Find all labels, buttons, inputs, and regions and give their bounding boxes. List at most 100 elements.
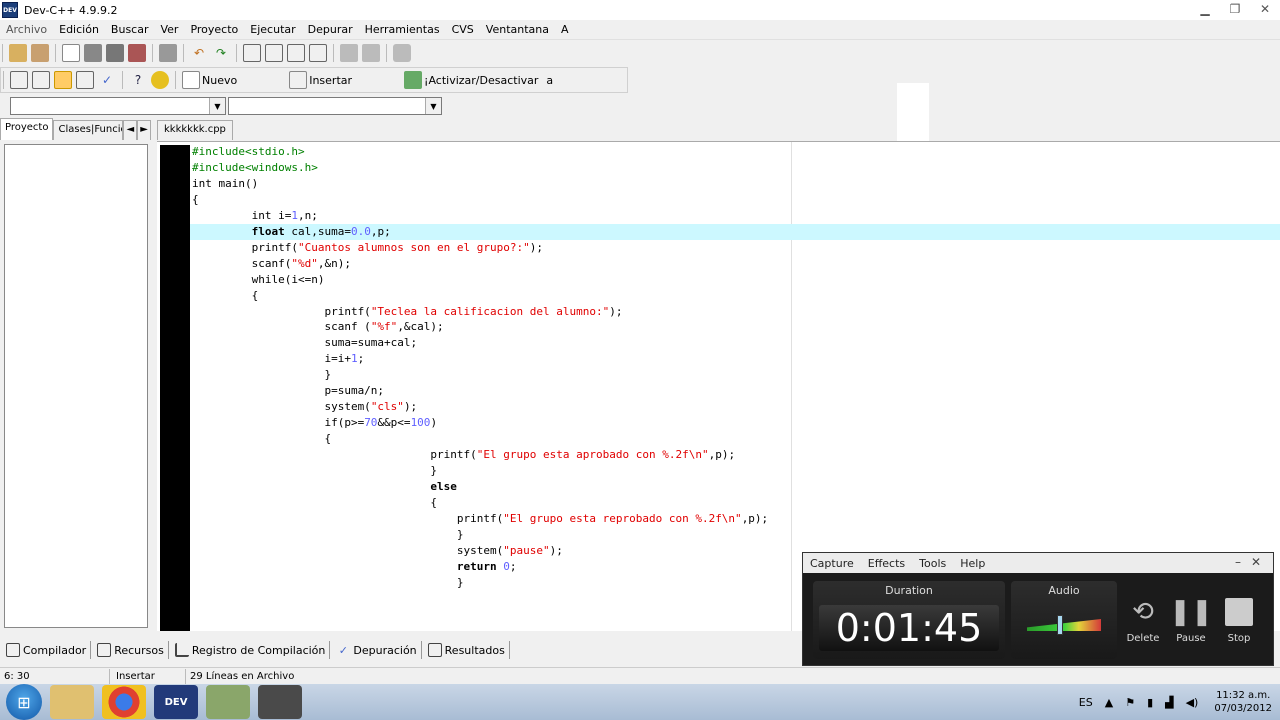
tab-compilador[interactable]: Compilador (0, 641, 92, 659)
tab-proyecto[interactable]: Proyecto (0, 118, 54, 140)
goto-line-icon[interactable] (309, 44, 327, 62)
next-bookmark-icon[interactable] (362, 44, 380, 62)
replace-icon[interactable] (265, 44, 283, 62)
menu-a[interactable]: A (555, 23, 575, 36)
duration-panel: Duration 0:01:45 (813, 581, 1005, 659)
insertar-button[interactable]: Insertar (287, 71, 352, 89)
line-count: 29 Líneas en Archivo (190, 670, 295, 682)
volume-icon[interactable]: ◀) (1186, 696, 1199, 709)
activar-label: ¡Activizar/Desactivar (424, 73, 539, 87)
save-all-icon[interactable] (106, 44, 124, 62)
tab-depuracion[interactable]: ✓ Depuración (330, 641, 422, 659)
source-code[interactable]: #include<stdio.h> #include<windows.h> in… (192, 144, 768, 591)
action-center-flag-icon[interactable]: ⚑ (1125, 696, 1135, 709)
screen-capture-widget: Capture Effects Tools Help – ✕ Duration … (802, 552, 1274, 666)
compile-run-icon[interactable] (54, 71, 72, 89)
taskbar-app-icon[interactable] (206, 685, 250, 719)
print-icon[interactable] (159, 44, 177, 62)
tabs-scroll-left-icon[interactable]: ◄ (123, 120, 138, 140)
menu-proyecto[interactable]: Proyecto (184, 23, 244, 36)
member-dropdown[interactable]: ▼ (228, 97, 442, 115)
tab-resultados[interactable]: Resultados (422, 641, 510, 659)
menu-archivo[interactable]: Archivo (0, 23, 53, 36)
rebuild-icon[interactable] (76, 71, 94, 89)
find-next-icon[interactable] (287, 44, 305, 62)
run-icon[interactable] (32, 71, 50, 89)
tabs-scroll-right-icon[interactable]: ► (137, 120, 151, 140)
about-icon[interactable] (151, 71, 169, 89)
taskbar: ⊞ DEV ES ▲ ⚑ ▮ ▟ ◀) 11:32 a.m. 07/03/201… (0, 684, 1280, 720)
find-icon[interactable] (243, 44, 261, 62)
toolbar-separator (183, 44, 184, 62)
project-panel: Proyecto Clases|Funcio ◄ ► (0, 118, 152, 632)
menu-ejecutar[interactable]: Ejecutar (244, 23, 301, 36)
capture-close-button[interactable]: ✕ (1251, 555, 1261, 569)
capture-menu-effects[interactable]: Effects (861, 557, 912, 570)
close-button[interactable]: ✕ (1250, 0, 1280, 18)
close-file-icon[interactable] (128, 44, 146, 62)
capture-menu-help[interactable]: Help (953, 557, 992, 570)
capture-menu-capture[interactable]: Capture (803, 557, 861, 570)
menu-buscar[interactable]: Buscar (105, 23, 155, 36)
clock-date: 07/03/2012 (1214, 703, 1272, 714)
insertar-label: Insertar (309, 73, 353, 87)
check-icon[interactable]: ✓ (98, 71, 116, 89)
menu-depurar[interactable]: Depurar (302, 23, 359, 36)
battery-icon[interactable]: ▮ (1147, 696, 1153, 709)
bar-chart-icon (174, 643, 189, 657)
menu-ventana[interactable]: Ventantana (480, 23, 555, 36)
new-file-icon[interactable] (62, 44, 80, 62)
show-hidden-icons-icon[interactable]: ▲ (1105, 696, 1113, 709)
editor-tabs: kkkkkkk.cpp (157, 120, 233, 140)
taskbar-camera-icon[interactable] (258, 685, 302, 719)
network-signal-icon[interactable]: ▟ (1165, 696, 1173, 709)
clean-icon[interactable] (31, 44, 49, 62)
help-icon[interactable]: ? (129, 71, 147, 89)
toolbar-extra-text: a (546, 73, 554, 87)
open-project-icon[interactable] (9, 44, 27, 62)
redo-icon[interactable]: ↷ (212, 44, 230, 62)
menu-ver[interactable]: Ver (154, 23, 184, 36)
project-tree[interactable] (4, 144, 148, 628)
tab-recursos[interactable]: Recursos (91, 641, 169, 659)
taskbar-explorer-icon[interactable] (50, 685, 94, 719)
start-button[interactable]: ⊞ (6, 684, 42, 720)
tab-registro-compilacion[interactable]: Registro de Compilación (169, 641, 331, 659)
save-icon[interactable] (84, 44, 102, 62)
audio-slider-handle[interactable] (1057, 615, 1064, 635)
taskbar-devcpp-icon[interactable]: DEV (154, 685, 198, 719)
tray-clock[interactable]: 11:32 a.m. 07/03/2012 (1214, 689, 1272, 715)
toolbar-separator (3, 71, 4, 89)
window-controls: ▁ ❐ ✕ (1190, 0, 1280, 18)
tab-kkkkkkk-cpp[interactable]: kkkkkkk.cpp (157, 120, 233, 140)
pause-button[interactable]: ❚❚ Pause (1169, 595, 1213, 644)
language-indicator[interactable]: ES (1079, 696, 1093, 709)
delete-button[interactable]: ⟲ Delete (1121, 595, 1165, 644)
audio-label: Audio (1048, 584, 1080, 597)
title-bar: DEV Dev-C++ 4.9.9.2 ▁ ❐ ✕ (0, 0, 1280, 20)
delete-rewind-icon: ⟲ (1132, 597, 1154, 627)
menu-cvs[interactable]: CVS (446, 23, 480, 36)
prev-bookmark-icon[interactable] (340, 44, 358, 62)
minimize-button[interactable]: ▁ (1190, 0, 1220, 18)
stop-label: Stop (1227, 633, 1251, 644)
restore-button[interactable]: ❐ (1220, 0, 1250, 18)
undo-icon[interactable]: ↶ (190, 44, 208, 62)
compile-icon[interactable] (10, 71, 28, 89)
resources-icon (97, 643, 112, 657)
menu-edicion[interactable]: Edición (53, 23, 105, 36)
menu-herramientas[interactable]: Herramientas (359, 23, 446, 36)
taskbar-chrome-icon[interactable] (102, 685, 146, 719)
windows-logo-icon: ⊞ (17, 692, 31, 712)
nuevo-button[interactable]: Nuevo (180, 71, 237, 89)
stop-button[interactable]: Stop (1217, 595, 1261, 644)
system-tray: ES ▲ ⚑ ▮ ▟ ◀) 11:32 a.m. 07/03/2012 (1073, 684, 1272, 720)
toggle-bookmark-icon[interactable] (393, 44, 411, 62)
capture-minimize-button[interactable]: – (1235, 555, 1241, 569)
duration-display: 0:01:45 (819, 605, 999, 651)
tab-clases[interactable]: Clases|Funcio (53, 120, 124, 140)
menu-bar: Archivo Edición Buscar Ver Proyecto Ejec… (0, 20, 1280, 40)
capture-menu-tools[interactable]: Tools (912, 557, 953, 570)
class-dropdown[interactable]: ▼ (10, 97, 226, 115)
activar-button[interactable]: ¡Activizar/Desactivar (402, 71, 538, 89)
